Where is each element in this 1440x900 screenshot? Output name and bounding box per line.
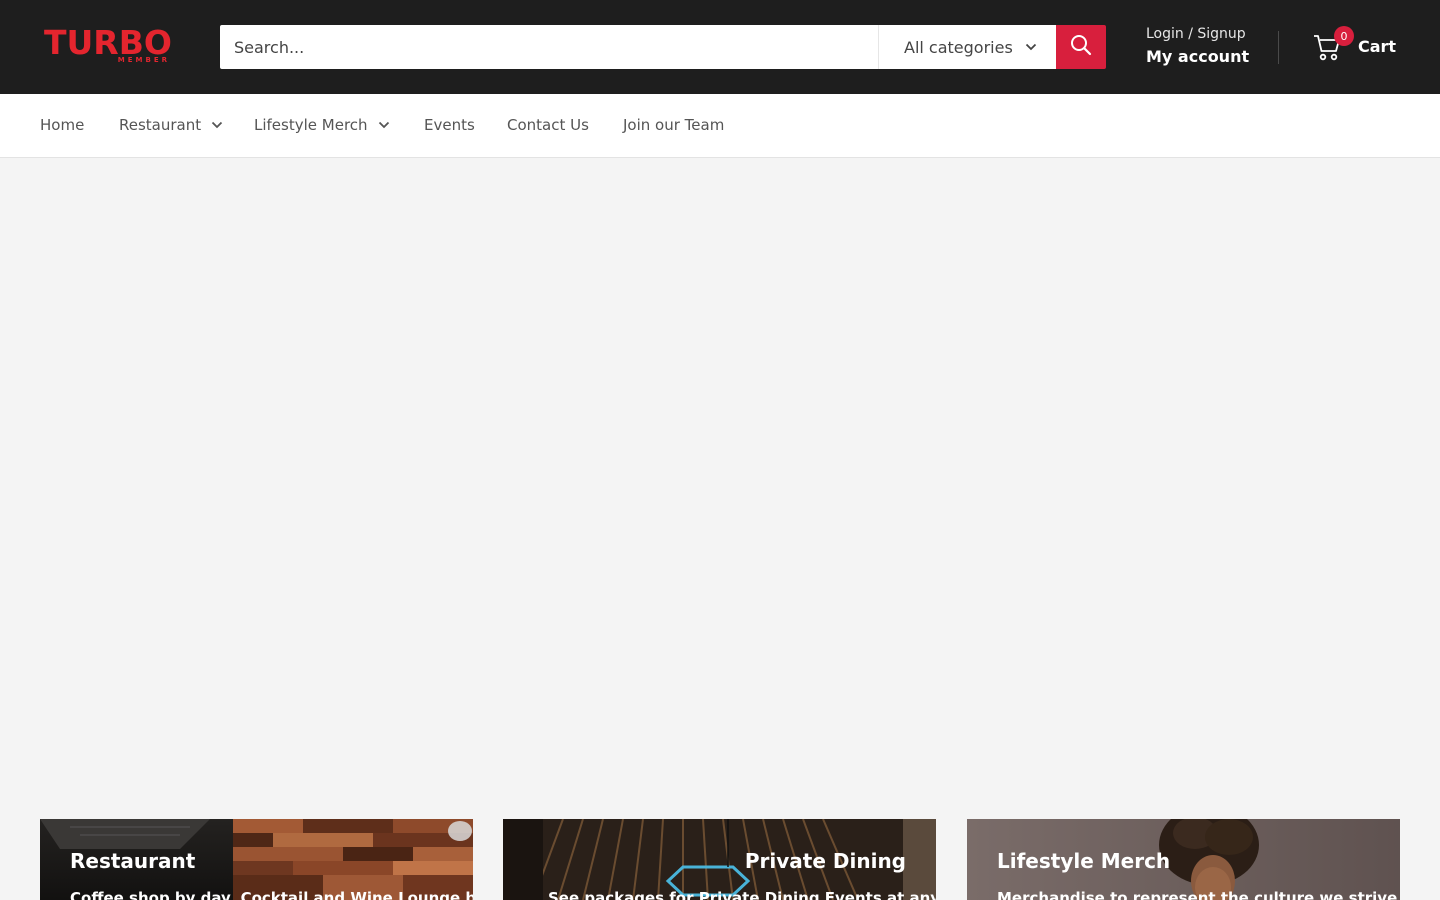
top-header: TURBO MEMBER All categories Login / Sign… <box>0 0 1440 94</box>
account-area: Login / Signup My account <box>1146 24 1249 70</box>
category-select-label: All categories <box>904 37 1013 57</box>
search-icon <box>1070 34 1092 60</box>
nav-lifestyle-merch[interactable]: Lifestyle Merch <box>254 116 390 134</box>
cart-icon: 0 <box>1313 26 1354 62</box>
nav-home[interactable]: Home <box>40 116 84 134</box>
card-description: Merchandise to represent the culture we … <box>997 889 1400 900</box>
nav-home-label: Home <box>40 116 85 134</box>
nav-events-label: Events <box>424 116 475 134</box>
nav-lifestyle-merch-label: Lifestyle Merch <box>254 116 368 134</box>
nav-contact-us-label: Contact Us <box>507 116 589 134</box>
my-account-link[interactable]: My account <box>1146 44 1249 70</box>
promo-card-restaurant[interactable]: Restaurant Coffee shop by day, Cocktail … <box>40 819 473 900</box>
brand-logo[interactable]: TURBO MEMBER <box>44 26 176 68</box>
nav-events[interactable]: Events <box>424 116 475 134</box>
cart-label: Cart <box>1358 36 1397 56</box>
card-title: Private Dining <box>744 849 906 873</box>
promo-card-private-dining[interactable]: Private Dining See packages for Private … <box>503 819 936 900</box>
nav-restaurant[interactable]: Restaurant <box>119 116 223 134</box>
card-description: See packages for Private Dining Events a… <box>548 889 936 900</box>
header-divider <box>1278 31 1279 64</box>
search-input[interactable] <box>220 25 878 69</box>
cart-count-badge: 0 <box>1334 26 1354 46</box>
nav-join-our-team-label: Join our Team <box>623 116 725 134</box>
nav-join-our-team[interactable]: Join our Team <box>623 116 724 134</box>
card-title: Restaurant <box>70 849 196 873</box>
chevron-down-icon <box>378 119 390 131</box>
card-description: Coffee shop by day, Cocktail and Wine Lo… <box>70 889 473 900</box>
chevron-down-icon <box>1025 41 1037 53</box>
promo-card-lifestyle-merch[interactable]: Lifestyle Merch Merchandise to represent… <box>967 819 1400 900</box>
card-title: Lifestyle Merch <box>997 849 1171 873</box>
cart-button[interactable]: 0 Cart <box>1313 26 1397 62</box>
search-bar: All categories <box>220 25 1106 69</box>
nav-contact-us[interactable]: Contact Us <box>507 116 589 134</box>
main-nav: Home Restaurant Lifestyle Merch Events C… <box>0 94 1440 158</box>
category-select[interactable]: All categories <box>878 25 1056 69</box>
search-button[interactable] <box>1056 25 1106 69</box>
logo-wordmark: TURBO <box>44 23 172 62</box>
login-signup-link[interactable]: Login / Signup <box>1146 24 1249 44</box>
logo-subtitle: MEMBER <box>117 56 170 64</box>
chevron-down-icon <box>211 119 223 131</box>
nav-restaurant-label: Restaurant <box>119 116 202 134</box>
